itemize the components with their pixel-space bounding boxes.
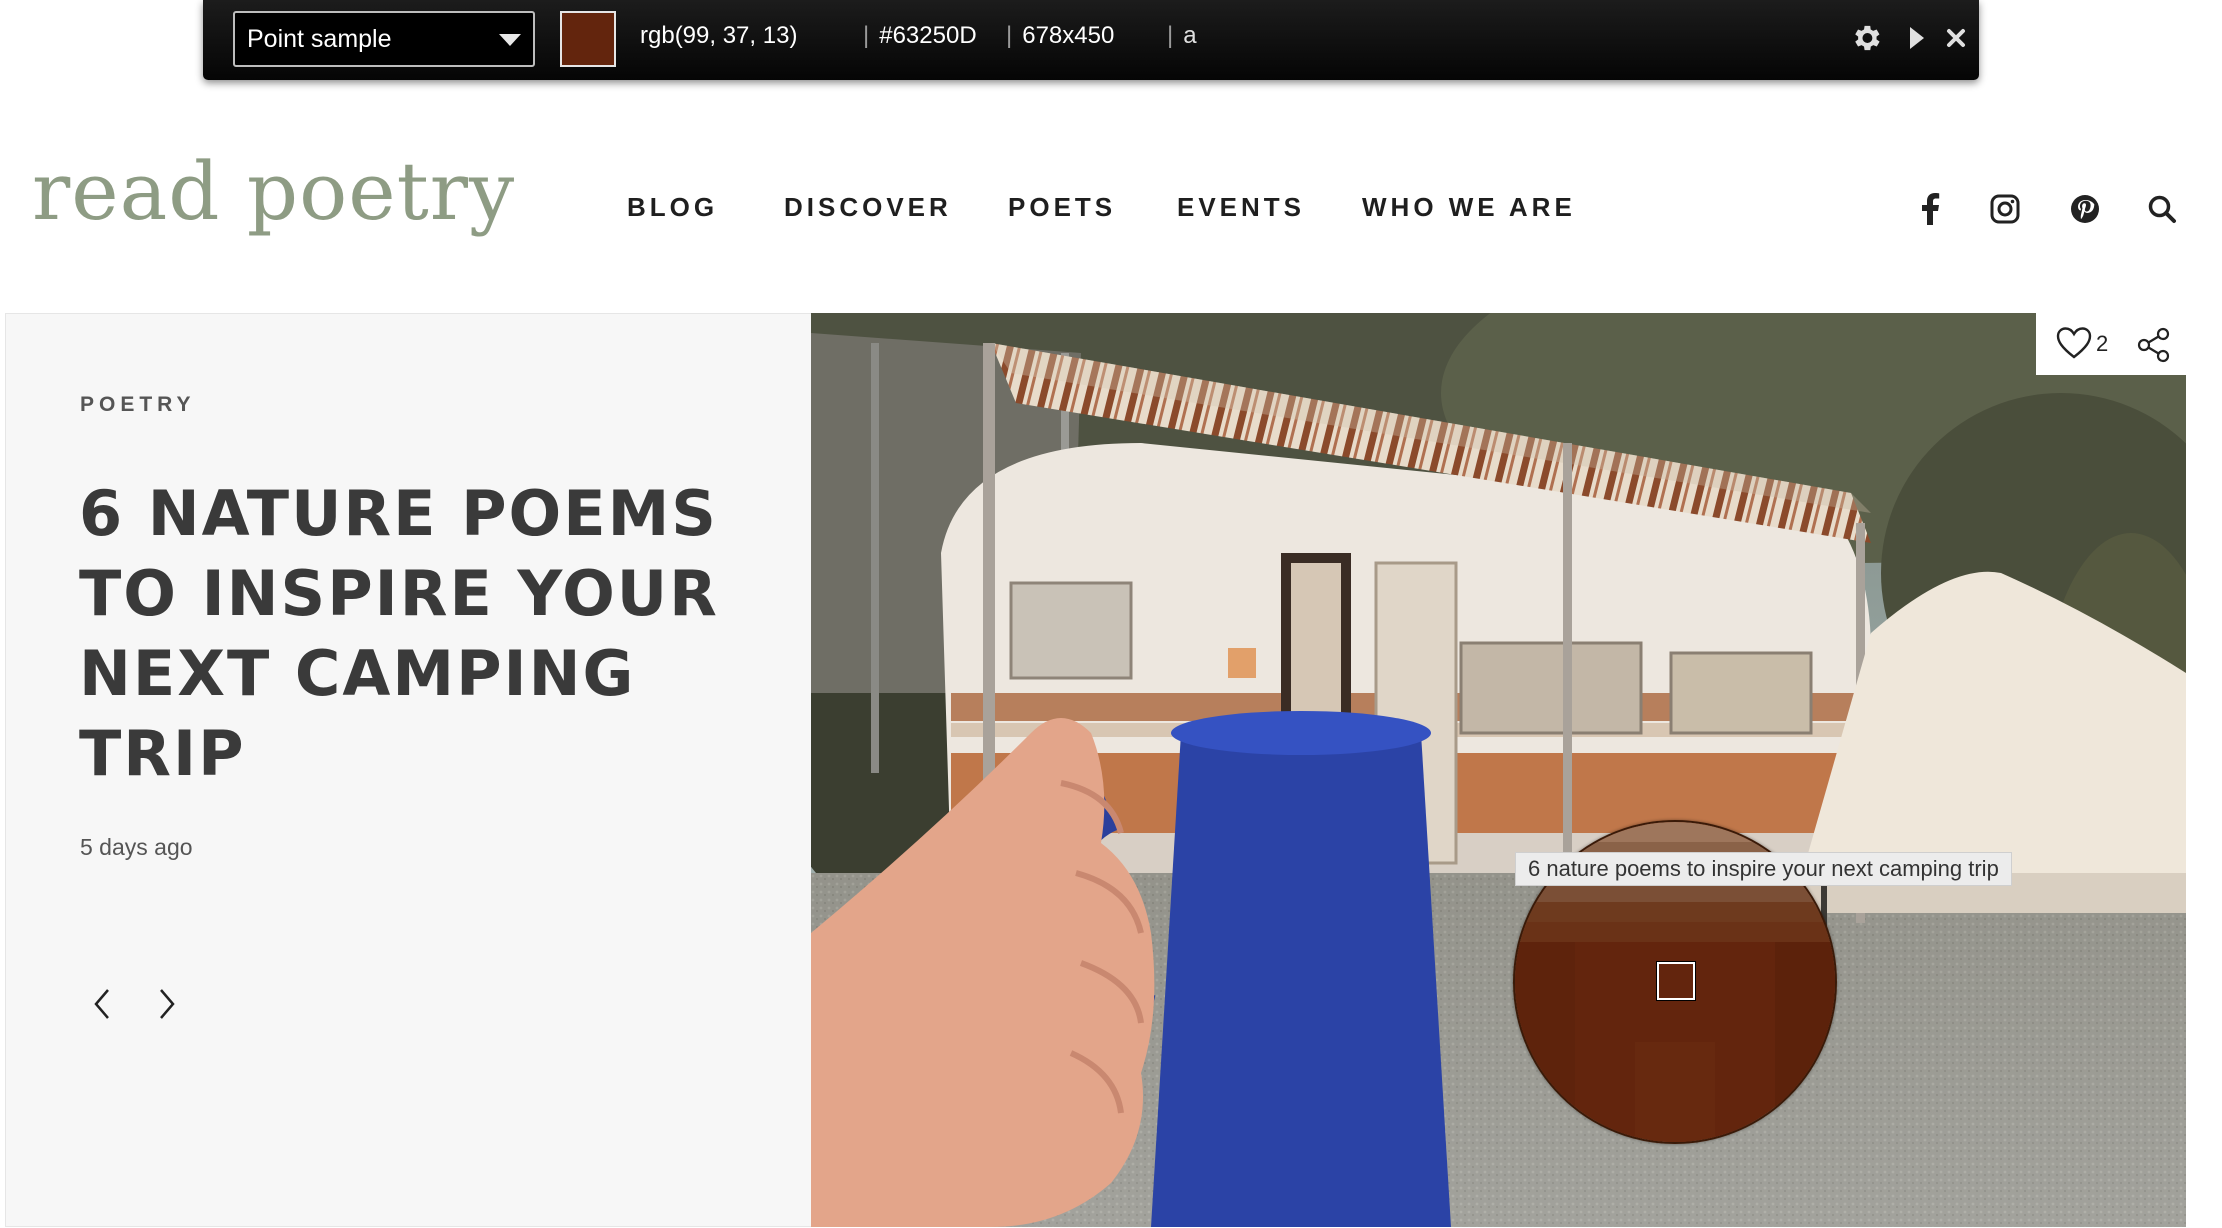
hex-readout-group: | #63250D — [863, 22, 977, 50]
post-title[interactable]: 6 NATURE POEMS TO INSPIRE YOUR NEXT CAMP… — [79, 474, 739, 794]
image-tooltip: 6 nature poems to inspire your next camp… — [1515, 852, 2012, 886]
site-logo[interactable]: read poetry — [32, 145, 515, 238]
close-icon[interactable] — [1941, 18, 1971, 58]
chevron-left-icon[interactable] — [82, 982, 122, 1026]
nav-discover[interactable]: DISCOVER — [784, 192, 952, 223]
alpha-readout-group: | a — [1167, 22, 1197, 50]
separator: | — [1167, 22, 1174, 49]
hex-readout[interactable]: #63250D — [879, 22, 976, 49]
share-icon[interactable] — [2136, 327, 2172, 367]
featured-post-panel: POETRY 6 NATURE POEMS TO INSPIRE YOUR NE… — [5, 313, 811, 1227]
separator: | — [863, 22, 870, 49]
separator: | — [1006, 22, 1013, 49]
color-swatch — [560, 11, 616, 67]
like-count: 2 — [2096, 331, 2109, 356]
alpha-readout[interactable]: a — [1183, 22, 1196, 49]
nav-poets[interactable]: POETS — [1008, 192, 1116, 223]
heart-icon[interactable] — [2056, 327, 2092, 363]
nav-who-we-are[interactable]: WHO WE ARE — [1362, 192, 1576, 223]
like-share-box: 2 — [2036, 313, 2186, 375]
nav-events[interactable]: EVENTS — [1177, 192, 1305, 223]
play-icon[interactable] — [1906, 18, 1928, 58]
post-category[interactable]: POETRY — [80, 393, 196, 417]
size-readout-group: | 678x450 — [1006, 22, 1114, 50]
facebook-icon[interactable] — [1912, 191, 1948, 227]
rgb-readout[interactable]: rgb(99, 37, 13) — [640, 22, 797, 50]
image-size-readout[interactable]: 678x450 — [1022, 22, 1114, 49]
sample-mode-select[interactable]: Point sample — [233, 11, 535, 67]
chevron-down-icon — [499, 34, 521, 46]
search-icon[interactable] — [2144, 191, 2180, 227]
nav-blog[interactable]: BLOG — [627, 192, 718, 223]
chevron-right-icon[interactable] — [147, 982, 187, 1026]
pinterest-icon[interactable] — [2067, 191, 2103, 227]
instagram-icon[interactable] — [1987, 191, 2023, 227]
featured-post-image[interactable] — [811, 313, 2186, 1227]
sample-mode-value: Point sample — [247, 24, 392, 53]
sample-target-reticle — [1656, 961, 1696, 1001]
gear-icon[interactable] — [1846, 18, 1886, 58]
color-picker-toolbar: Point sample rgb(99, 37, 13) | #63250D | 6… — [203, 0, 1979, 80]
post-date: 5 days ago — [80, 834, 193, 860]
